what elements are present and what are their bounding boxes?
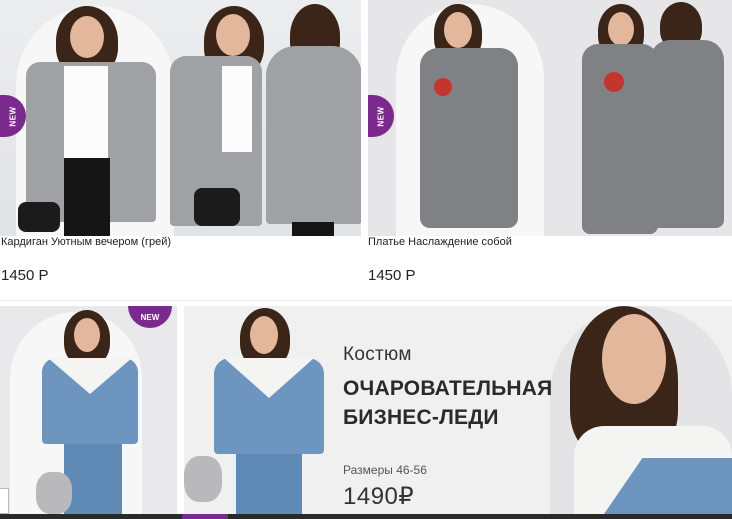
fur-bag bbox=[36, 472, 72, 514]
rose-embroidery bbox=[604, 72, 624, 92]
model-face bbox=[70, 16, 104, 58]
black-pants bbox=[64, 158, 110, 236]
promo-headline-line2: БИЗНЕС-ЛЕДИ bbox=[343, 406, 499, 429]
product-image-suit[interactable]: NEW bbox=[0, 306, 177, 514]
promo-title: Костюм bbox=[343, 344, 412, 365]
model-face bbox=[444, 12, 472, 48]
dress-garment bbox=[582, 44, 658, 234]
new-badge-label: NEW bbox=[140, 312, 160, 322]
model-face bbox=[74, 318, 100, 352]
dress-garment bbox=[650, 40, 724, 228]
dress-garment bbox=[420, 48, 518, 228]
product-image-dress[interactable]: NEW bbox=[368, 0, 732, 236]
product-price: 1450 Р bbox=[368, 267, 416, 284]
product-name[interactable]: Кардиган Уютным вечером (грей) bbox=[1, 236, 171, 248]
new-badge: NEW bbox=[368, 95, 394, 137]
promo-headline-line1: ОЧАРОВАТЕЛЬНАЯ bbox=[343, 377, 553, 400]
promo-banner[interactable]: Костюм ОЧАРОВАТЕЛЬНАЯ БИЗНЕС-ЛЕДИ Размер… bbox=[184, 306, 732, 514]
product-name[interactable]: Платье Наслаждение собой bbox=[368, 236, 512, 248]
suit-skirt bbox=[236, 454, 302, 514]
row-divider bbox=[0, 300, 732, 301]
new-badge: NEW bbox=[128, 306, 172, 328]
product-price: 1450 Р bbox=[1, 267, 49, 284]
rose-embroidery bbox=[434, 78, 452, 96]
strip-accent bbox=[182, 514, 228, 519]
black-pants bbox=[292, 222, 334, 236]
handbag bbox=[194, 188, 240, 226]
model-face bbox=[216, 14, 250, 56]
model-face bbox=[602, 314, 666, 404]
new-badge-label: NEW bbox=[376, 105, 386, 127]
scroll-tab[interactable] bbox=[0, 488, 9, 514]
handbag bbox=[18, 202, 60, 232]
model-face bbox=[250, 316, 278, 354]
fur-bag bbox=[184, 456, 222, 502]
model-face bbox=[608, 12, 634, 46]
new-badge-label: NEW bbox=[8, 105, 18, 127]
cardigan-garment bbox=[266, 46, 361, 224]
white-top bbox=[64, 66, 108, 158]
suit-skirt bbox=[64, 444, 122, 514]
promo-price: 1490₽ bbox=[343, 483, 415, 510]
white-top bbox=[222, 66, 252, 152]
product-image-cardigan[interactable]: NEW bbox=[0, 0, 361, 236]
bottom-strip bbox=[0, 514, 732, 519]
promo-sizes: Размеры 46-56 bbox=[343, 463, 427, 477]
